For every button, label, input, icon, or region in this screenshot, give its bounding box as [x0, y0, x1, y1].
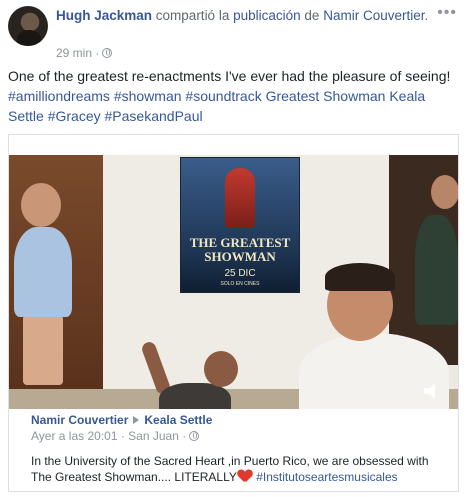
poster-figure: [225, 168, 255, 228]
video-player[interactable]: THE GREATEST SHOWMAN 25 DIC SOLO EN CINE…: [9, 155, 458, 409]
person-front-hair: [325, 263, 395, 291]
person-left-legs: [23, 315, 63, 385]
hashtag-link[interactable]: #showman: [114, 88, 182, 104]
page-link[interactable]: Greatest Showman: [266, 88, 386, 104]
action-text: compartió la: [155, 8, 230, 23]
post-timestamp[interactable]: 29 min ·: [56, 46, 99, 60]
hashtag-link[interactable]: #soundtrack: [185, 88, 261, 104]
shared-post-link[interactable]: publicación: [233, 8, 301, 23]
poster-date: 25 DIC: [224, 268, 256, 279]
heart-icon: [238, 470, 252, 482]
more-dots-icon[interactable]: •••: [437, 4, 457, 22]
poster-title: THE GREATEST SHOWMAN: [189, 235, 291, 264]
hashtag-link[interactable]: #amilliondreams: [8, 88, 110, 104]
header-period: .: [424, 8, 429, 23]
movie-poster: THE GREATEST SHOWMAN 25 DIC SOLO EN CINE…: [180, 157, 300, 293]
shared-post-names: Namir Couvertier Keala Settle: [31, 413, 212, 427]
post-header-line: Hugh Jackman compartió la publicación de…: [56, 7, 436, 25]
author-name-link[interactable]: Hugh Jackman: [56, 8, 152, 23]
globe-icon: [189, 431, 200, 441]
preposition-text: de: [304, 8, 320, 23]
shared-timestamp[interactable]: Ayer a las 20:01 · San Juan ·: [31, 429, 186, 443]
person-left-head: [21, 183, 61, 227]
hashtag-link[interactable]: #Institutoseartesmusicales: [256, 470, 397, 484]
shared-post-meta: Namir Couvertier Keala Settle Ayer a las…: [9, 409, 458, 493]
original-author-link[interactable]: Namir Couvertier: [323, 8, 424, 23]
video-frame[interactable]: THE GREATEST SHOWMAN 25 DIC SOLO EN CINE…: [9, 155, 458, 409]
arrow-right-icon: [133, 416, 140, 424]
person-right-body: [415, 215, 458, 325]
shared-post-time: Ayer a las 20:01 · San Juan ·: [31, 429, 200, 443]
person-center-head: [204, 351, 238, 387]
globe-icon[interactable]: [102, 48, 113, 58]
post-header: Hugh Jackman compartió la publicación de…: [8, 4, 459, 62]
hashtag-link[interactable]: #PasekandPaul: [105, 108, 203, 124]
person-left-body: [14, 227, 72, 317]
post-caption: One of the greatest re-enactments I've e…: [8, 66, 458, 126]
poster-subtitle: SOLO EN CINES: [220, 281, 260, 287]
author-avatar[interactable]: [8, 6, 48, 46]
person-right-head: [431, 175, 458, 209]
post-meta: 29 min ·: [56, 46, 113, 60]
hashtag-link[interactable]: #Gracey: [48, 108, 101, 124]
shared-post-text: In the University of the Sacred Heart ,i…: [31, 453, 451, 485]
shared-author-link[interactable]: Namir Couvertier: [31, 413, 128, 427]
speaker-icon[interactable]: [424, 383, 442, 399]
shared-target-link[interactable]: Keala Settle: [144, 413, 212, 427]
caption-text: One of the greatest re-enactments I've e…: [8, 68, 451, 84]
shared-post-card: THE GREATEST SHOWMAN 25 DIC SOLO EN CINE…: [8, 134, 459, 492]
